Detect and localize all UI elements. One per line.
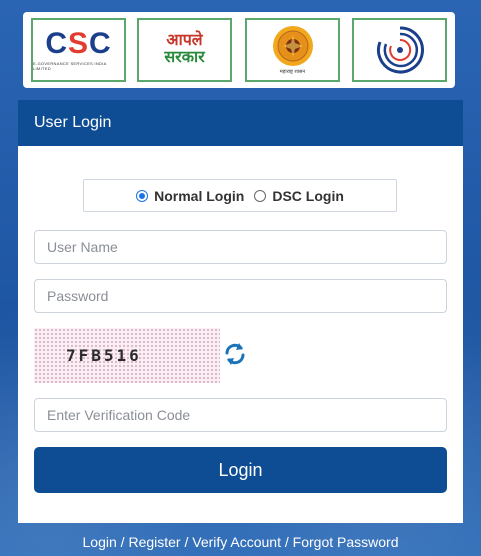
captcha-image: 7FB516 [34, 328, 220, 383]
aaple-sarkar-logo: आपले सरकार [137, 18, 232, 82]
login-header: User Login [18, 100, 463, 146]
aaple-sarkar-line1: आपले [166, 32, 203, 49]
verification-code-input[interactable] [34, 398, 447, 432]
e-governance-logo-icon [376, 26, 424, 74]
login-mode-group: Normal Login DSC Login [83, 179, 397, 212]
csc-tagline: E-GOVERNANCE SERVICES INDIA LIMITED [33, 61, 107, 71]
captcha-text: 7FB516 [66, 346, 142, 365]
password-input[interactable] [34, 279, 447, 313]
dsc-login-radio[interactable] [254, 189, 267, 202]
maharashtra-seal-logo: महाराष्ट्र शासन [245, 18, 340, 82]
footer-login-link[interactable]: Login [83, 534, 117, 550]
dsc-login-label: DSC Login [272, 187, 344, 204]
normal-login-radio[interactable] [136, 189, 149, 202]
footer-verify-account-link[interactable]: Verify Account [192, 534, 281, 550]
normal-login-label: Normal Login [154, 187, 245, 204]
login-button[interactable]: Login [34, 447, 447, 493]
seal-caption: महाराष्ट्र शासन [279, 69, 306, 75]
dsc-login-option[interactable]: DSC Login [254, 188, 344, 204]
csc-logo: CSC E-GOVERNANCE SERVICES INDIA LIMITED [31, 18, 126, 82]
aaple-sarkar-line2: सरकार [164, 49, 205, 66]
refresh-icon[interactable] [221, 340, 249, 368]
footer-separator: / [180, 534, 193, 550]
footer-separator: / [116, 534, 129, 550]
footer-links: Login / Register / Verify Account / Forg… [0, 534, 481, 550]
footer-separator: / [280, 534, 293, 550]
maharashtra-seal-icon [272, 26, 313, 66]
normal-login-option[interactable]: Normal Login [136, 188, 244, 204]
login-card: User Login Normal Login DSC Login 7FB516… [18, 100, 463, 523]
egov-logo [352, 18, 447, 82]
username-input[interactable] [34, 230, 447, 264]
logo-strip: CSC E-GOVERNANCE SERVICES INDIA LIMITED … [23, 12, 455, 88]
csc-wordmark: CSC [45, 27, 112, 60]
footer-register-link[interactable]: Register [128, 534, 180, 550]
footer-forgot-password-link[interactable]: Forgot Password [293, 534, 399, 550]
